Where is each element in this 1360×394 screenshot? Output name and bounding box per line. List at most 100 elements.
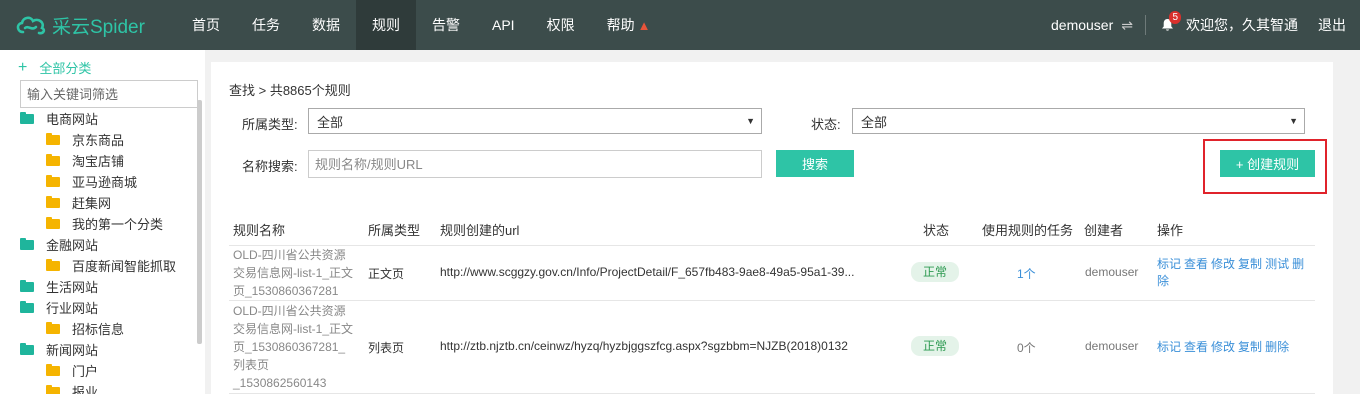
- divider: [1145, 15, 1146, 35]
- creator: demouser: [1085, 265, 1139, 279]
- table-header: 规则名称 所属类型 规则创建的url 状态 使用规则的任务 创建者 操作: [229, 212, 1315, 246]
- notification-badge: 5: [1169, 11, 1181, 24]
- mark-link[interactable]: 标记: [1157, 257, 1181, 271]
- tree-item-label: 我的第一个分类: [72, 217, 164, 232]
- col-header: 规则创建的url: [440, 223, 520, 238]
- col-header: 规则名称: [233, 223, 286, 238]
- tree-item[interactable]: 生活网站: [20, 276, 200, 297]
- edit-link[interactable]: 修改: [1211, 257, 1235, 271]
- folder-icon: [46, 321, 60, 334]
- edit-link[interactable]: 修改: [1211, 340, 1235, 354]
- tree-item[interactable]: 亚马逊商城: [20, 171, 200, 192]
- tree-item[interactable]: 京东商品: [20, 129, 200, 150]
- col-header: 状态: [923, 223, 950, 238]
- category-sidebar: + 全部分类 电商网站 京东商品 淘宝店铺 亚马逊商城 赶集网 我的第一个分类 …: [0, 50, 205, 394]
- nav-alerts[interactable]: 告警: [416, 0, 476, 50]
- tree-item-label: 新闻网站: [46, 343, 99, 358]
- tree-item[interactable]: 赶集网: [20, 192, 200, 213]
- category-filter-input[interactable]: [20, 80, 198, 108]
- nav-data[interactable]: 数据: [296, 0, 356, 50]
- user-area: demouser ⇌ 5 欢迎您，久其智通 退出: [1051, 0, 1360, 50]
- tree-item-label: 招标信息: [72, 322, 125, 337]
- logout-link[interactable]: 退出: [1318, 15, 1346, 35]
- creator: demouser: [1085, 339, 1139, 353]
- tree-item[interactable]: 金融网站: [20, 234, 200, 255]
- status-badge: 正常: [911, 262, 960, 282]
- folder-icon: [46, 216, 60, 229]
- test-link[interactable]: 测试: [1265, 257, 1289, 271]
- tree-item-label: 淘宝店铺: [72, 154, 125, 169]
- tree-item[interactable]: 新闻网站: [20, 339, 200, 360]
- nav-label: 数据: [312, 17, 340, 33]
- nav-help[interactable]: 帮助 ▲: [591, 0, 667, 50]
- type-select[interactable]: 全部 ▼: [308, 108, 762, 134]
- status-label: 状态:: [811, 117, 841, 132]
- all-categories[interactable]: + 全部分类: [18, 58, 91, 77]
- nav-api[interactable]: API: [476, 0, 531, 50]
- col-header: 使用规则的任务: [982, 223, 1074, 238]
- folder-icon: [46, 258, 60, 271]
- delete-link[interactable]: 删除: [1265, 340, 1289, 354]
- view-link[interactable]: 查看: [1184, 340, 1208, 354]
- type-label: 所属类型:: [242, 117, 298, 132]
- row-actions: 标记 查看 修改 复制 测试 删除: [1157, 256, 1307, 290]
- tree-item[interactable]: 淘宝店铺: [20, 150, 200, 171]
- rule-type: 列表页: [368, 341, 405, 355]
- create-rule-button[interactable]: + 创建规则: [1220, 150, 1315, 177]
- rules-panel: 查找 > 共8865个规则 所属类型: 全部 ▼ 状态: 全部 ▼ 名称搜索: …: [211, 62, 1333, 394]
- folder-icon: [46, 363, 60, 376]
- folder-icon: [46, 195, 60, 208]
- tree-item[interactable]: 招标信息: [20, 318, 200, 339]
- name-search-label: 名称搜索:: [242, 159, 298, 174]
- search-button[interactable]: 搜索: [776, 150, 854, 177]
- rule-name[interactable]: OLD-四川省公共资源 交易信息网-list-1_正文 页_1530860367…: [233, 302, 355, 392]
- tree-item-label: 门户: [72, 364, 99, 379]
- tree-item[interactable]: 报业: [20, 381, 200, 394]
- copy-link[interactable]: 复制: [1238, 340, 1262, 354]
- swap-icon[interactable]: ⇌: [1121, 17, 1133, 34]
- tree-item[interactable]: 我的第一个分类: [20, 213, 200, 234]
- rule-name[interactable]: OLD-四川省公共资源 交易信息网-list-1_正文 页_1530860367…: [233, 246, 355, 300]
- copy-link[interactable]: 复制: [1238, 257, 1262, 271]
- folder-icon: [20, 279, 34, 292]
- logo-text: 采云Spider: [52, 16, 145, 38]
- status-select[interactable]: 全部 ▼: [852, 108, 1305, 134]
- nav-label: 帮助: [606, 17, 635, 33]
- all-categories-label: 全部分类: [39, 61, 92, 76]
- table-row: OLD-四川省公共资源 交易信息网-list-1_正文 页_1530860367…: [229, 302, 1315, 394]
- tree-item[interactable]: 门户: [20, 360, 200, 381]
- logo[interactable]: 采云Spider: [14, 8, 164, 42]
- nav-tasks[interactable]: 任务: [236, 0, 296, 50]
- rule-name-line: 页_1530860367281_: [233, 340, 346, 354]
- name-search-input[interactable]: [308, 150, 762, 178]
- folder-icon: [46, 132, 60, 145]
- nav-label: 首页: [192, 17, 220, 33]
- folder-icon: [20, 342, 34, 355]
- plus-icon: +: [18, 58, 28, 76]
- notification-bell-icon[interactable]: 5: [1158, 11, 1181, 35]
- cloud-logo-icon: [16, 16, 46, 35]
- tree-item[interactable]: 百度新闻智能抓取: [20, 255, 200, 276]
- view-link[interactable]: 查看: [1184, 257, 1208, 271]
- rule-name-line: 页_1530860367281: [233, 284, 339, 298]
- tree-item-label: 金融网站: [46, 238, 99, 253]
- mark-link[interactable]: 标记: [1157, 340, 1181, 354]
- task-count-link[interactable]: 1个: [1017, 265, 1036, 282]
- table-row: OLD-四川省公共资源 交易信息网-list-1_正文 页_1530860367…: [229, 246, 1315, 301]
- tree-item[interactable]: 电商网站: [20, 108, 200, 129]
- tree-item[interactable]: 行业网站: [20, 297, 200, 318]
- folder-icon: [46, 153, 60, 166]
- nav-permissions[interactable]: 权限: [531, 0, 591, 50]
- nav-label: 权限: [546, 17, 575, 33]
- row-actions: 标记 查看 修改 复制 删除: [1157, 339, 1307, 356]
- category-tree: 电商网站 京东商品 淘宝店铺 亚马逊商城 赶集网 我的第一个分类 金融网站 百度…: [20, 108, 200, 394]
- folder-icon: [20, 237, 34, 250]
- nav-home[interactable]: 首页: [176, 0, 236, 50]
- rule-name-line: 交易信息网-list-1_正文: [233, 322, 354, 336]
- rule-name-line: OLD-四川省公共资源: [233, 248, 346, 262]
- nav-label: 规则: [372, 17, 400, 33]
- nav-rules[interactable]: 规则: [356, 0, 416, 50]
- sidebar-scrollbar[interactable]: [197, 100, 202, 344]
- rule-url: http://ztb.njztb.cn/ceinwz/hyzq/hyzbjggs…: [440, 339, 848, 353]
- username[interactable]: demouser: [1051, 17, 1113, 33]
